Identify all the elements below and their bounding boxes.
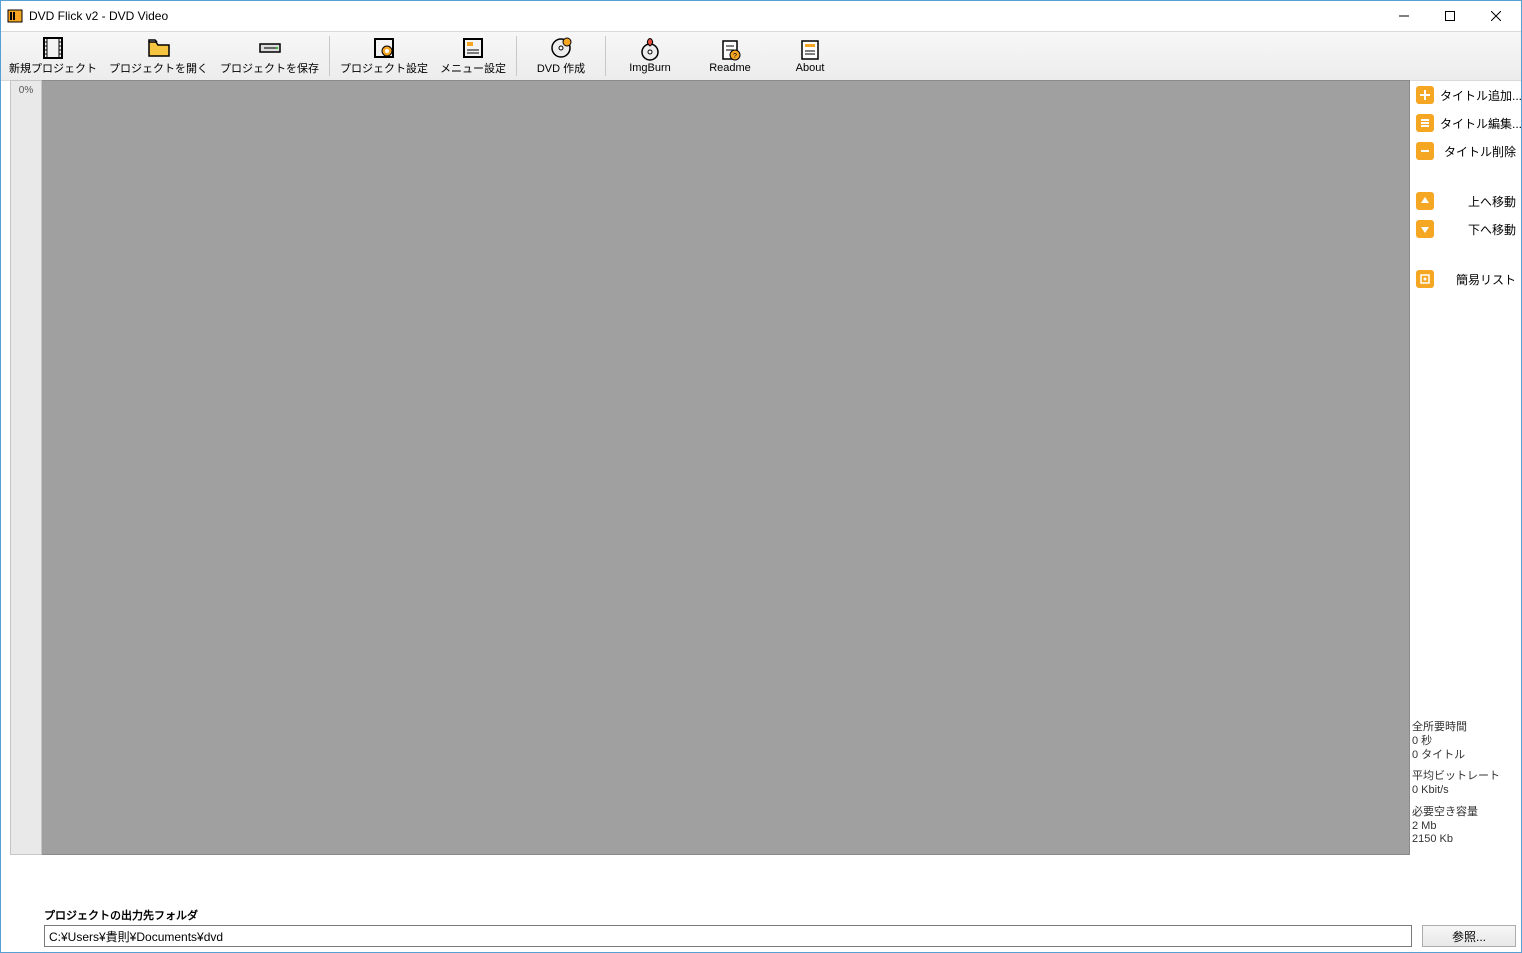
toolbar-separator: [329, 36, 330, 76]
menu-settings-button[interactable]: メニュー設定: [434, 32, 512, 80]
list-icon: [1416, 270, 1434, 288]
work-area: 0%: [10, 80, 1410, 855]
readme-label: Readme: [709, 62, 751, 74]
duration-value: 0 秒: [1412, 735, 1516, 749]
move-down-button[interactable]: 下へ移動: [1414, 218, 1518, 240]
disc-gear-icon: [549, 36, 573, 60]
progress-percent: 0%: [19, 85, 33, 96]
browse-label: 参照...: [1452, 928, 1486, 945]
arrow-down-icon: [1416, 220, 1434, 238]
progress-bar: 0%: [10, 80, 42, 855]
filmstrip-icon: [41, 36, 65, 60]
plus-icon: [1416, 86, 1434, 104]
open-project-label: プロジェクトを開く: [109, 60, 208, 76]
add-title-label: タイトル追加...: [1440, 87, 1522, 104]
new-project-button[interactable]: 新規プロジェクト: [3, 32, 103, 80]
space-label: 必要空き容量: [1412, 806, 1516, 820]
duration-label: 全所要時間: [1412, 721, 1516, 735]
menu-settings-label: メニュー設定: [440, 60, 506, 76]
move-down-label: 下へ移動: [1440, 221, 1516, 238]
about-icon: [798, 38, 822, 62]
app-icon: [7, 8, 23, 24]
edit-title-button[interactable]: タイトル編集...: [1414, 112, 1518, 134]
create-dvd-label: DVD 作成: [537, 60, 585, 76]
edit-icon: [1416, 114, 1434, 132]
minus-icon: [1416, 142, 1434, 160]
delete-title-button[interactable]: タイトル削除: [1414, 140, 1518, 162]
imgburn-icon: [638, 38, 662, 62]
project-settings-label: プロジェクト設定: [340, 60, 428, 76]
stats-panel: 全所要時間 0 秒 0 タイトル 平均ビットレート 0 Kbit/s 必要空き容…: [1412, 721, 1516, 855]
drive-icon: [258, 36, 282, 60]
add-title-button[interactable]: タイトル追加...: [1414, 84, 1518, 106]
title-list-canvas[interactable]: [42, 80, 1410, 855]
close-button[interactable]: [1473, 1, 1519, 31]
about-button[interactable]: About: [770, 32, 850, 80]
simple-list-button[interactable]: 簡易リスト: [1414, 268, 1518, 290]
space-kb: 2150 Kb: [1412, 833, 1516, 847]
imgburn-label: ImgBurn: [629, 62, 671, 74]
save-project-button[interactable]: プロジェクトを保存: [214, 32, 325, 80]
imgburn-button[interactable]: ImgBurn: [610, 32, 690, 80]
open-project-button[interactable]: プロジェクトを開く: [103, 32, 214, 80]
simple-list-label: 簡易リスト: [1440, 271, 1516, 288]
delete-title-label: タイトル削除: [1440, 143, 1516, 160]
svg-text:?: ?: [733, 53, 737, 60]
about-label: About: [796, 62, 825, 74]
project-settings-button[interactable]: プロジェクト設定: [334, 32, 434, 80]
bitrate-value: 0 Kbit/s: [1412, 784, 1516, 798]
move-up-button[interactable]: 上へ移動: [1414, 190, 1518, 212]
bitrate-label: 平均ビットレート: [1412, 770, 1516, 784]
move-up-label: 上へ移動: [1440, 193, 1516, 210]
maximize-button[interactable]: [1427, 1, 1473, 31]
readme-icon: ?: [718, 38, 742, 62]
main-toolbar: 新規プロジェクト プロジェクトを開く プロジェクトを保存 プロジェクト設定 メニ…: [1, 31, 1521, 81]
menu-settings-icon: [461, 36, 485, 60]
project-settings-icon: [372, 36, 396, 60]
title-bar: DVD Flick v2 - DVD Video: [1, 1, 1521, 31]
save-project-label: プロジェクトを保存: [220, 60, 319, 76]
output-bar: プロジェクトの出力先フォルダ 参照...: [44, 907, 1516, 947]
sidebar: タイトル追加... タイトル編集... タイトル削除 上へ移動 下へ移動 簡易リ…: [1414, 80, 1518, 312]
browse-button[interactable]: 参照...: [1422, 925, 1516, 947]
output-folder-label: プロジェクトの出力先フォルダ: [44, 907, 1516, 923]
new-project-label: 新規プロジェクト: [9, 60, 97, 76]
edit-title-label: タイトル編集...: [1440, 115, 1522, 132]
space-mb: 2 Mb: [1412, 820, 1516, 834]
minimize-button[interactable]: [1381, 1, 1427, 31]
output-path-input[interactable]: [44, 925, 1412, 947]
toolbar-separator: [605, 36, 606, 76]
window-title: DVD Flick v2 - DVD Video: [29, 9, 1381, 23]
create-dvd-button[interactable]: DVD 作成: [521, 32, 601, 80]
folder-open-icon: [147, 36, 171, 60]
title-count: 0 タイトル: [1412, 749, 1516, 763]
arrow-up-icon: [1416, 192, 1434, 210]
readme-button[interactable]: ? Readme: [690, 32, 770, 80]
toolbar-separator: [516, 36, 517, 76]
